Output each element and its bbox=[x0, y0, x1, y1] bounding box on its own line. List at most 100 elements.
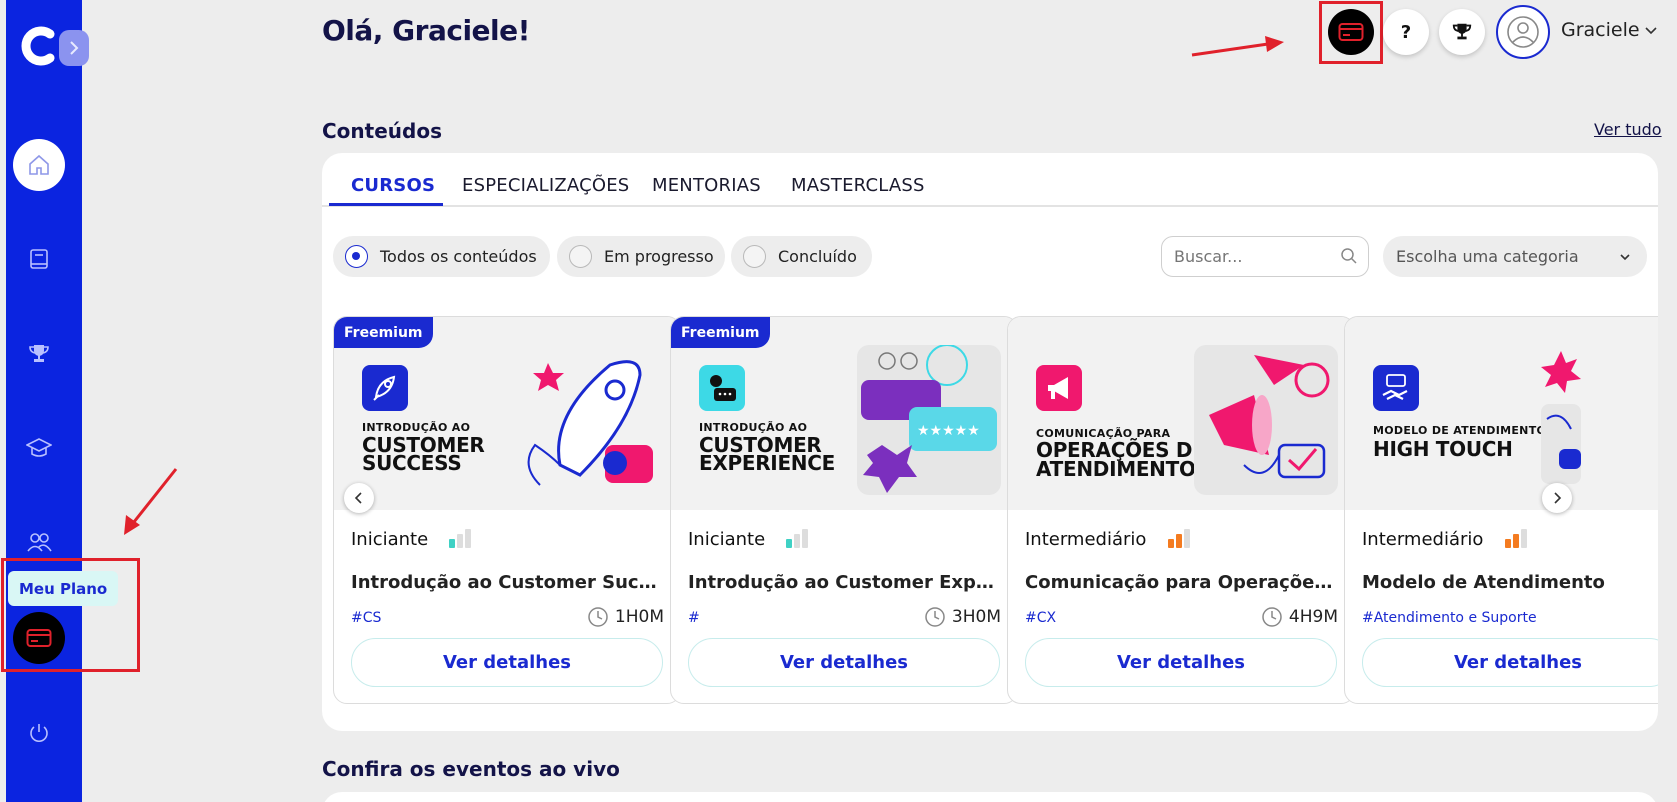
active-tab-indicator bbox=[329, 203, 443, 206]
level-label: Intermediário bbox=[1362, 529, 1484, 550]
cover-title-line-2: ATENDIMENTO bbox=[1036, 457, 1196, 481]
content-tabs: CURSOS ESPECIALIZAÇÕES MENTORIAS MASTERC… bbox=[322, 153, 1658, 207]
course-duration-value: 1H0M bbox=[614, 607, 664, 627]
level-indicator bbox=[786, 528, 808, 548]
course-title[interactable]: Introdução ao Customer Success bbox=[351, 572, 667, 593]
chevron-left-icon bbox=[354, 492, 362, 504]
trophy-icon bbox=[29, 345, 49, 362]
see-all-link[interactable]: Ver tudo bbox=[1594, 120, 1662, 139]
live-events-panel bbox=[322, 792, 1658, 802]
course-card[interactable]: COMUNICAÇÃO PARA OPERAÇÕES DE ATENDIMENT… bbox=[1007, 316, 1355, 704]
course-duration-value: 3H0M bbox=[951, 607, 1001, 627]
filter-in-progress[interactable]: Em progresso bbox=[557, 236, 725, 277]
tab-mentorias[interactable]: MENTORIAS bbox=[652, 175, 761, 196]
annotation-arrow-sidebar bbox=[124, 468, 178, 535]
course-title[interactable]: Modelo de Atendimento bbox=[1362, 572, 1658, 593]
chevron-down-icon bbox=[1620, 254, 1630, 261]
my-plan-header-button[interactable] bbox=[1328, 9, 1374, 55]
user-icon bbox=[1507, 16, 1539, 48]
chevron-right-icon bbox=[1554, 492, 1562, 504]
course-card[interactable]: Freemium INTRODUÇÃO AO CUSTOMER SUCCESS … bbox=[333, 316, 681, 704]
view-details-button[interactable]: Ver detalhes bbox=[1362, 638, 1658, 687]
radio-completed[interactable] bbox=[743, 245, 766, 268]
search-icon[interactable] bbox=[1340, 247, 1358, 265]
page-greeting: Olá, Graciele! bbox=[322, 14, 530, 47]
cover-title-line-2: SUCCESS bbox=[362, 451, 462, 475]
course-duration: 1H0M bbox=[587, 606, 664, 628]
filter-all-label: Todos os conteúdos bbox=[380, 247, 537, 266]
achievements-button[interactable] bbox=[1439, 9, 1485, 55]
sidebar-expand-button[interactable] bbox=[59, 30, 89, 66]
course-cover: Freemium INTRODUÇÃO AO CUSTOMER EXPERIEN… bbox=[671, 317, 1017, 510]
highlight-box-sidebar bbox=[1, 558, 140, 672]
carousel-next-button[interactable] bbox=[1542, 483, 1572, 513]
category-select[interactable]: Escolha uma categoria bbox=[1383, 236, 1647, 277]
graduation-cap-icon bbox=[26, 438, 52, 457]
cover-title-line-2: EXPERIENCE bbox=[699, 451, 835, 475]
course-title[interactable]: Introdução ao Customer Experi... bbox=[688, 572, 1004, 593]
search-input[interactable] bbox=[1161, 236, 1369, 277]
home-icon bbox=[29, 154, 49, 175]
course-tag: #CX bbox=[1025, 610, 1057, 626]
filter-all[interactable]: Todos os conteúdos bbox=[333, 236, 550, 277]
book-icon bbox=[30, 249, 48, 269]
megaphone-illustration bbox=[1194, 345, 1338, 495]
sidebar-achievements-button[interactable] bbox=[24, 339, 54, 369]
view-details-button[interactable]: Ver detalhes bbox=[351, 638, 663, 687]
handshake-icon bbox=[1373, 365, 1419, 411]
help-button[interactable]: ? bbox=[1383, 9, 1429, 55]
radio-all[interactable] bbox=[345, 245, 368, 268]
chevron-down-icon[interactable] bbox=[1643, 22, 1659, 38]
tab-masterclass[interactable]: MASTERCLASS bbox=[791, 175, 925, 196]
clock-icon bbox=[1262, 607, 1282, 627]
sidebar-courses-button[interactable] bbox=[24, 244, 54, 274]
filter-in-progress-label: Em progresso bbox=[604, 247, 714, 266]
radio-in-progress[interactable] bbox=[569, 245, 592, 268]
course-title[interactable]: Comunicação para Operações ... bbox=[1025, 572, 1341, 593]
rocket-illustration bbox=[527, 360, 653, 486]
freemium-badge: Freemium bbox=[671, 317, 770, 348]
support-illustration bbox=[1541, 351, 1581, 484]
course-tag: #CS bbox=[351, 610, 382, 626]
feedback-illustration: ★★★★★ bbox=[857, 345, 1001, 495]
sidebar-specializations-button[interactable] bbox=[24, 433, 54, 463]
sidebar bbox=[6, 0, 89, 802]
brand-logo bbox=[16, 22, 56, 70]
sidebar-home-button[interactable] bbox=[13, 139, 65, 191]
filter-completed-label: Concluído bbox=[778, 247, 857, 266]
carousel-prev-button[interactable] bbox=[344, 483, 374, 513]
contents-title: Conteúdos bbox=[322, 119, 442, 143]
level-indicator bbox=[1168, 528, 1190, 548]
course-duration: 3H0M bbox=[924, 606, 1001, 628]
chat-icon bbox=[699, 365, 745, 411]
level-indicator bbox=[449, 528, 471, 548]
level-label: Intermediário bbox=[1025, 529, 1147, 550]
sidebar-logout-button[interactable] bbox=[24, 718, 54, 748]
course-cover: MODELO DE ATENDIMENTO: HIGH TOUCH bbox=[1345, 317, 1658, 510]
svg-text:★★★★★: ★★★★★ bbox=[917, 423, 980, 439]
view-details-button[interactable]: Ver detalhes bbox=[688, 638, 1000, 687]
course-tag: # bbox=[688, 610, 700, 626]
user-name[interactable]: Graciele bbox=[1561, 19, 1640, 41]
course-tag: #Atendimento e Suporte bbox=[1362, 610, 1537, 626]
user-avatar[interactable] bbox=[1496, 5, 1550, 59]
cover-title-line-1: HIGH TOUCH bbox=[1373, 437, 1513, 461]
course-cover: Freemium INTRODUÇÃO AO CUSTOMER SUCCESS bbox=[334, 317, 680, 510]
sidebar-community-button[interactable] bbox=[24, 527, 54, 557]
level-indicator bbox=[1505, 528, 1527, 548]
view-details-button[interactable]: Ver detalhes bbox=[1025, 638, 1337, 687]
megaphone-icon bbox=[1036, 365, 1082, 411]
clock-icon bbox=[588, 607, 608, 627]
people-icon bbox=[27, 533, 52, 552]
freemium-badge: Freemium bbox=[334, 317, 433, 348]
course-card[interactable]: MODELO DE ATENDIMENTO: HIGH TOUCH Interm… bbox=[1344, 316, 1658, 704]
course-duration-value: 4H9M bbox=[1288, 607, 1338, 627]
trophy-icon bbox=[1452, 23, 1472, 40]
filter-completed[interactable]: Concluído bbox=[731, 236, 872, 277]
cover-subtitle: MODELO DE ATENDIMENTO: bbox=[1373, 424, 1551, 437]
live-events-title: Confira os eventos ao vivo bbox=[322, 757, 620, 781]
tab-especializacoes[interactable]: ESPECIALIZAÇÕES bbox=[462, 175, 629, 196]
power-icon bbox=[30, 724, 48, 742]
tab-cursos[interactable]: CURSOS bbox=[351, 175, 435, 196]
course-card[interactable]: Freemium INTRODUÇÃO AO CUSTOMER EXPERIEN… bbox=[670, 316, 1018, 704]
